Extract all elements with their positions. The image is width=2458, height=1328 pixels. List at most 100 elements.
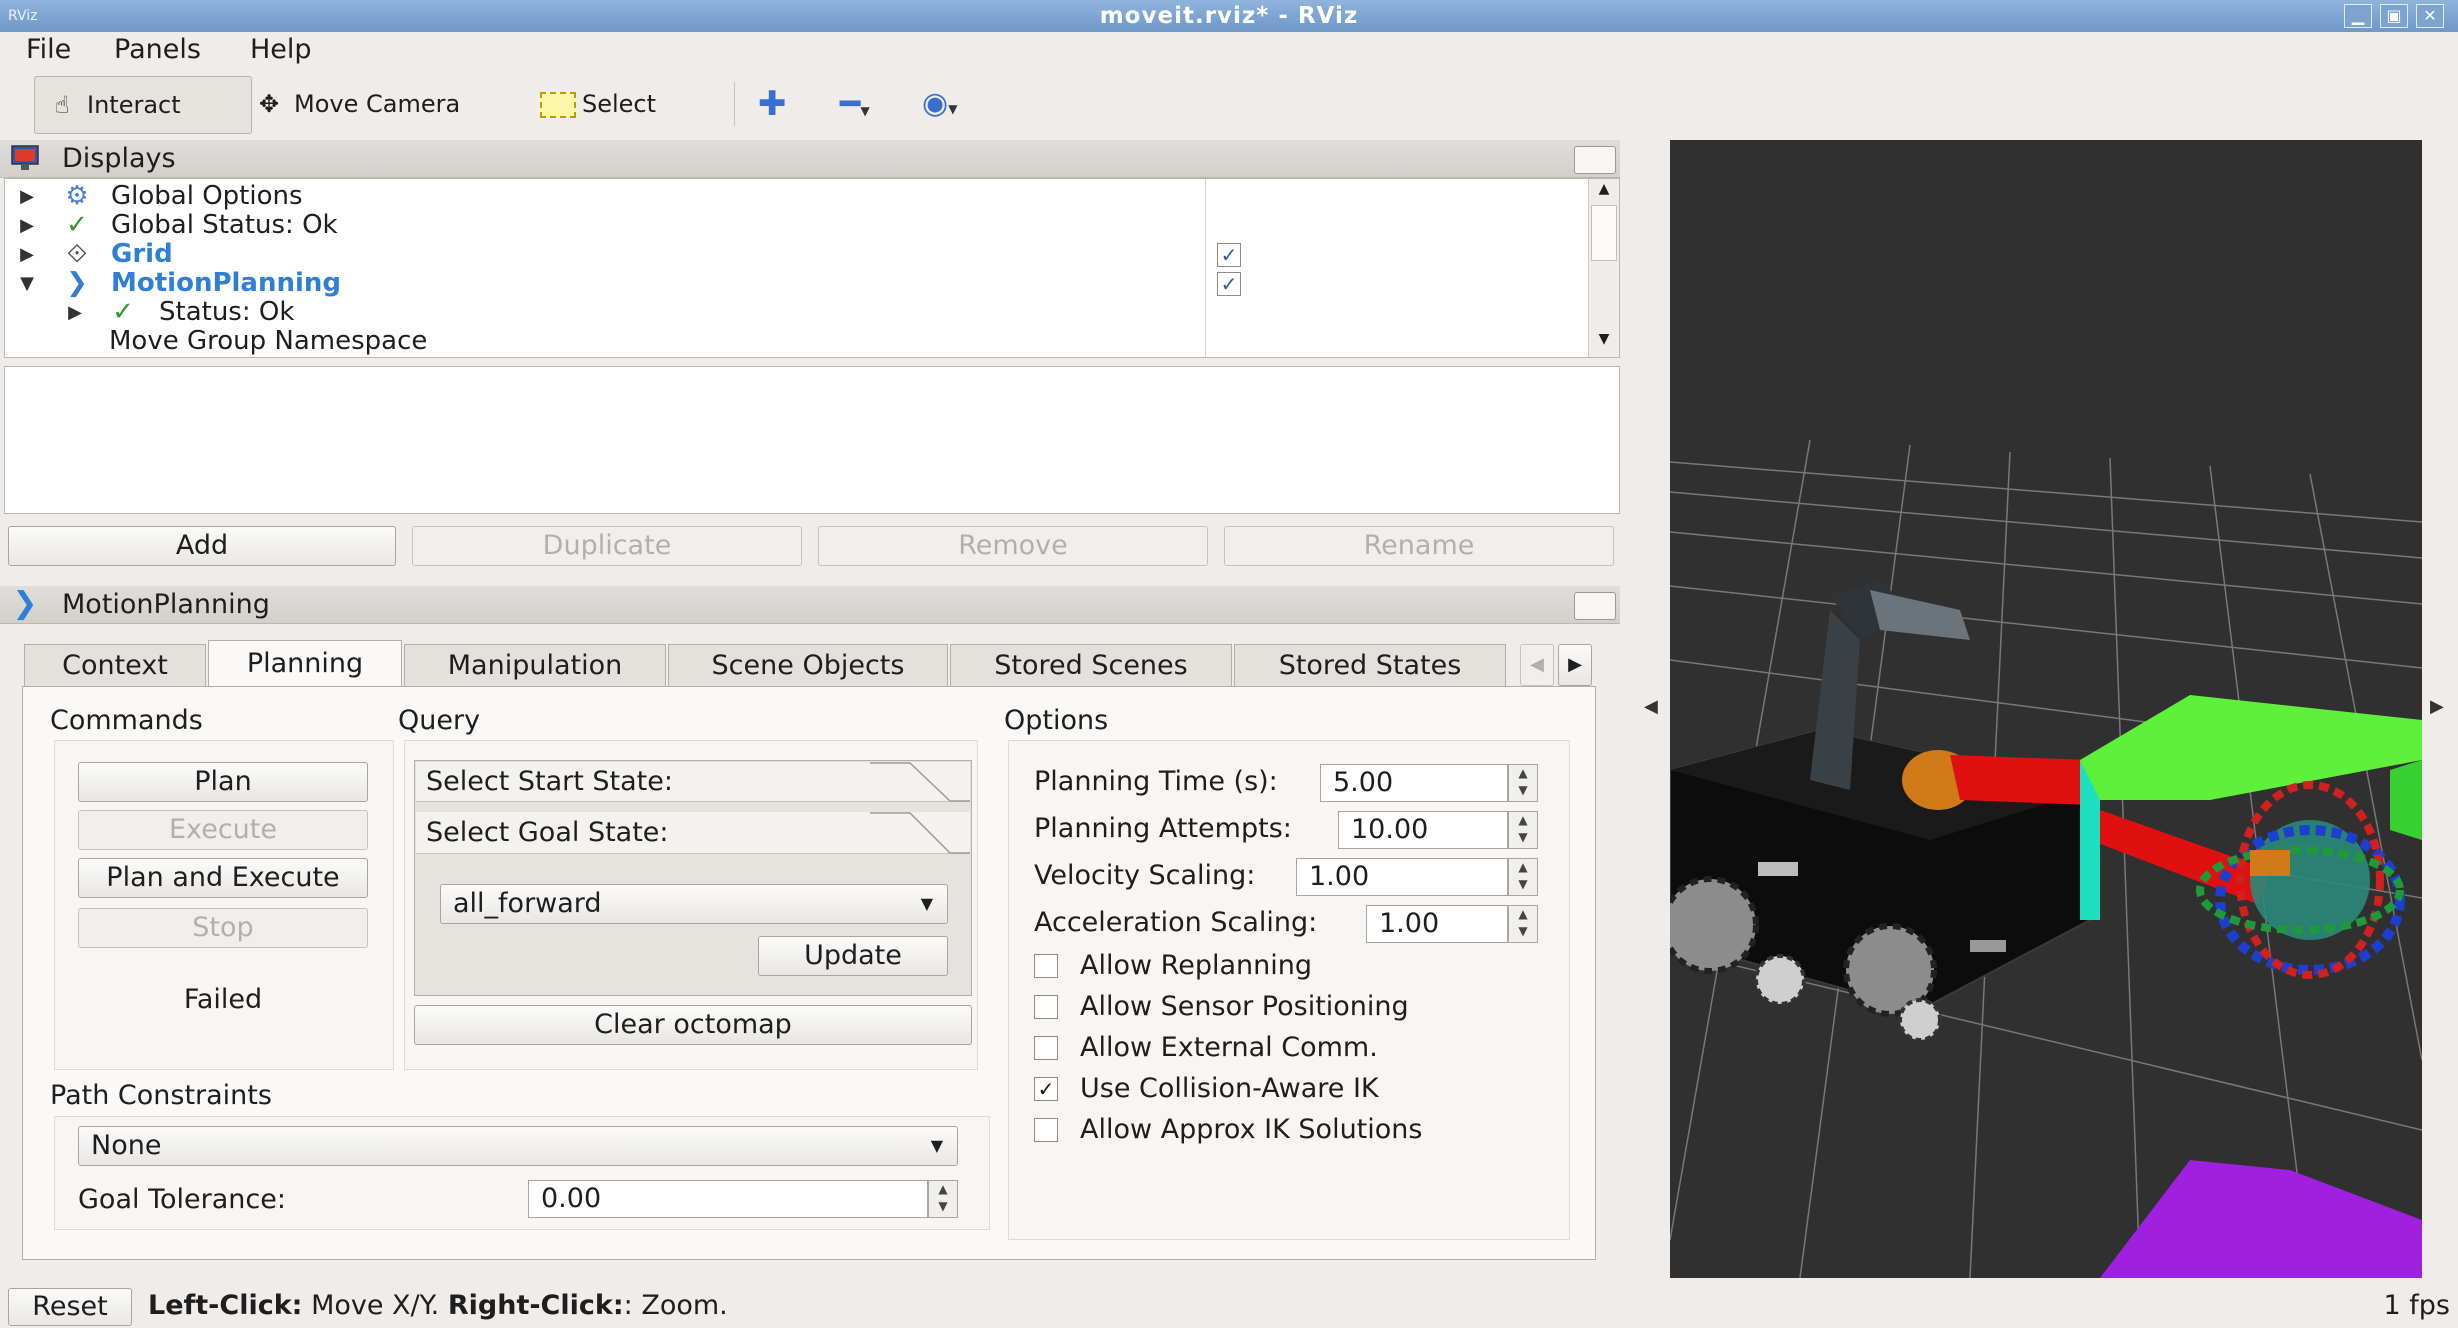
minimize-button[interactable]: ▁ bbox=[2344, 4, 2372, 28]
menu-help[interactable]: Help bbox=[250, 32, 312, 68]
scroll-thumb[interactable] bbox=[1591, 205, 1617, 261]
goal-state-dropdown[interactable]: all_forward ▼ bbox=[440, 884, 948, 924]
base-label bbox=[1758, 862, 1798, 876]
expand-arrow-icon[interactable]: ▶ bbox=[65, 298, 85, 327]
move-camera-tool[interactable]: ✥ Move Camera bbox=[252, 76, 502, 132]
tree-scrollbar[interactable]: ▲ ▼ bbox=[1588, 179, 1619, 357]
select-tool[interactable]: Select bbox=[540, 76, 720, 132]
tree-row-motionplanning[interactable]: ▼ ❯ MotionPlanning ✓ bbox=[5, 269, 1585, 298]
plan-status-text: Failed bbox=[183, 984, 263, 1015]
motionplanning-icon: ❯ bbox=[12, 586, 38, 621]
remove-tool-button[interactable]: ━▼ bbox=[840, 76, 900, 132]
rename-display-button[interactable]: Rename bbox=[1224, 526, 1614, 566]
approx-ik-checkbox[interactable] bbox=[1034, 1118, 1058, 1142]
minus-icon: ━ bbox=[840, 84, 861, 124]
collapse-right-arrow-icon[interactable]: ▶ bbox=[2430, 696, 2444, 717]
octomap-purple bbox=[2100, 1160, 2422, 1278]
3d-viewport[interactable] bbox=[1670, 140, 2422, 1278]
planning-attempts-input[interactable]: 10.00 bbox=[1338, 811, 1508, 849]
plan-and-execute-button[interactable]: Plan and Execute bbox=[78, 858, 368, 898]
goal-tolerance-label: Goal Tolerance: bbox=[78, 1184, 286, 1215]
motionplanning-title: MotionPlanning bbox=[62, 589, 270, 620]
velocity-scaling-input[interactable]: 1.00 bbox=[1296, 858, 1508, 896]
tab-manipulation[interactable]: Manipulation bbox=[404, 644, 666, 686]
scroll-up-icon[interactable]: ▲ bbox=[1593, 181, 1615, 197]
allow-replanning-checkbox[interactable] bbox=[1034, 954, 1058, 978]
expand-arrow-icon[interactable]: ▶ bbox=[17, 211, 37, 240]
tab-scene-objects[interactable]: Scene Objects bbox=[668, 644, 948, 686]
planning-attempts-label: Planning Attempts: bbox=[1034, 813, 1292, 844]
planning-time-input[interactable]: 5.00 bbox=[1320, 764, 1508, 802]
tab-scroll-left-button[interactable]: ◀ bbox=[1520, 644, 1554, 686]
tree-row-grid[interactable]: ▶ ⟐ Grid ✓ bbox=[5, 240, 1585, 269]
menu-panels[interactable]: Panels bbox=[114, 32, 201, 68]
tree-row-move-group-namespace[interactable]: Move Group Namespace bbox=[5, 327, 1585, 356]
tree-row-global-status[interactable]: ▶ ✓ Global Status: Ok bbox=[5, 211, 1585, 240]
tab-context[interactable]: Context bbox=[24, 644, 206, 686]
collision-aware-ik-checkbox[interactable]: ✓ bbox=[1034, 1077, 1058, 1101]
plan-button[interactable]: Plan bbox=[78, 762, 368, 802]
tab-planning[interactable]: Planning bbox=[208, 640, 402, 688]
execute-button[interactable]: Execute bbox=[78, 810, 368, 850]
panel-visibility-button[interactable]: ◉▼ bbox=[922, 76, 982, 132]
goal-tolerance-input[interactable]: 0.00 bbox=[528, 1180, 928, 1218]
scene-render bbox=[1670, 439, 2422, 1278]
wheel bbox=[1670, 876, 1759, 974]
velocity-scaling-spinner[interactable]: ▲ ▼ bbox=[1508, 858, 1538, 896]
chevron-down-icon: ▼ bbox=[920, 894, 933, 913]
eye-icon: ◉ bbox=[922, 86, 949, 121]
chevron-down-icon: ▼ bbox=[930, 1136, 943, 1155]
planning-time-spinner[interactable]: ▲ ▼ bbox=[1508, 764, 1538, 802]
maximize-button[interactable]: ▣ bbox=[2380, 4, 2408, 28]
tab-scroll-right-button[interactable]: ▶ bbox=[1558, 644, 1592, 686]
checkmark-icon: ✓ bbox=[66, 210, 88, 240]
allow-sensor-positioning-checkbox[interactable] bbox=[1034, 995, 1058, 1019]
wheel bbox=[1754, 954, 1806, 1006]
tab-stored-states[interactable]: Stored States bbox=[1234, 644, 1506, 686]
acceleration-scaling-input[interactable]: 1.00 bbox=[1366, 905, 1508, 943]
checkmark-icon: ✓ bbox=[112, 297, 134, 327]
update-button[interactable]: Update bbox=[758, 936, 948, 976]
add-display-button[interactable]: Add bbox=[8, 526, 396, 566]
acceleration-scaling-spinner[interactable]: ▲ ▼ bbox=[1508, 905, 1538, 943]
toolbox-tab-shape bbox=[870, 812, 970, 854]
reset-button[interactable]: Reset bbox=[8, 1288, 132, 1326]
acceleration-scaling-label: Acceleration Scaling: bbox=[1034, 907, 1318, 938]
plus-icon: ✚ bbox=[758, 84, 787, 124]
octomap-green-side bbox=[2390, 760, 2422, 840]
expand-arrow-icon[interactable]: ▶ bbox=[17, 240, 37, 269]
close-button[interactable]: ✕ bbox=[2416, 4, 2444, 28]
status-hint: Left-Click: Move X/Y. Right-Click:: Zoom… bbox=[148, 1290, 728, 1321]
query-label: Query bbox=[398, 705, 481, 736]
add-tool-button[interactable]: ✚ bbox=[758, 76, 802, 132]
menu-file[interactable]: File bbox=[26, 32, 71, 68]
hand-icon: ☝ bbox=[54, 91, 70, 119]
collapse-left-arrow-icon[interactable]: ◀ bbox=[1644, 696, 1658, 717]
tree-row-status[interactable]: ▶ ✓ Status: Ok bbox=[5, 298, 1585, 327]
displays-undock-button[interactable] bbox=[1574, 146, 1616, 174]
goal-tolerance-spinner[interactable]: ▲ ▼ bbox=[928, 1180, 958, 1218]
collapse-arrow-icon[interactable]: ▼ bbox=[17, 269, 37, 298]
motionplanning-enable-checkbox[interactable]: ✓ bbox=[1217, 272, 1241, 296]
tree-row-global-options[interactable]: ▶ ⚙ Global Options bbox=[5, 182, 1585, 211]
remove-display-button[interactable]: Remove bbox=[818, 526, 1208, 566]
expand-arrow-icon[interactable]: ▶ bbox=[17, 182, 37, 211]
allow-external-comm-checkbox[interactable] bbox=[1034, 1036, 1058, 1060]
clear-octomap-button[interactable]: Clear octomap bbox=[414, 1005, 972, 1045]
select-start-state-header[interactable]: Select Start State: bbox=[416, 762, 970, 802]
displays-header: Displays bbox=[0, 140, 1620, 178]
motionplanning-header: ❯ MotionPlanning bbox=[0, 586, 1620, 624]
duplicate-display-button[interactable]: Duplicate bbox=[412, 526, 802, 566]
path-constraints-dropdown[interactable]: None ▼ bbox=[78, 1126, 958, 1166]
scroll-down-icon[interactable]: ▼ bbox=[1593, 331, 1615, 347]
interact-tool[interactable]: ☝ Interact bbox=[34, 76, 252, 134]
planning-attempts-spinner[interactable]: ▲ ▼ bbox=[1508, 811, 1538, 849]
select-goal-state-header[interactable]: Select Goal State: bbox=[416, 812, 970, 854]
grid-enable-checkbox[interactable]: ✓ bbox=[1217, 243, 1241, 267]
stop-button[interactable]: Stop bbox=[78, 908, 368, 948]
monitor-icon bbox=[11, 145, 39, 170]
motionplanning-undock-button[interactable] bbox=[1574, 592, 1616, 620]
left-arrow-icon: ◀ bbox=[1530, 654, 1544, 675]
options-label: Options bbox=[1004, 705, 1109, 736]
tab-stored-scenes[interactable]: Stored Scenes bbox=[950, 644, 1232, 686]
